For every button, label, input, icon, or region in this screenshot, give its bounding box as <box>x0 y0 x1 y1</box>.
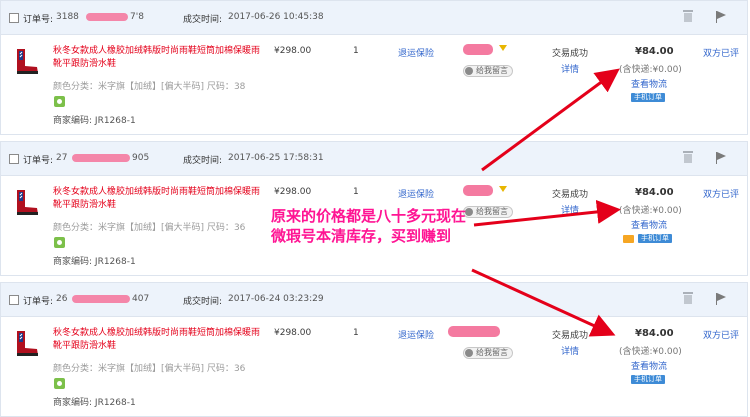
card-icon <box>623 235 634 243</box>
buyer-name-redacted[interactable] <box>463 185 493 196</box>
message-icon <box>465 67 473 75</box>
quantity: 1 <box>353 187 359 197</box>
flag-icon[interactable] <box>716 293 728 305</box>
flag-icon[interactable] <box>716 152 728 164</box>
guarantee-badge-icon[interactable] <box>54 237 65 248</box>
deal-time: 2017-06-26 10:45:38 <box>228 12 324 22</box>
redaction-mask <box>72 295 130 303</box>
phone-order-badge: 手机订单 <box>631 93 665 102</box>
redaction-mask <box>72 154 130 162</box>
order-status: 交易成功 <box>552 331 589 341</box>
order-header: 订单号: 27 905 成交时间: 2017-06-25 17:58:31 <box>1 142 747 176</box>
shipping-fee: (含快递:¥0.00) <box>619 206 682 216</box>
redaction-mask <box>86 13 128 21</box>
quantity: 1 <box>353 328 359 338</box>
product-title-link[interactable]: 秋冬女款成人橡胶加绒韩版时尚雨鞋短筒加棉保暖雨靴平跟防滑水鞋 <box>53 327 265 353</box>
review-status-link[interactable]: 双方已评 <box>703 328 739 341</box>
return-insurance-link[interactable]: 退运保险 <box>398 328 434 341</box>
return-insurance-link[interactable]: 退运保险 <box>398 46 434 59</box>
trash-icon[interactable] <box>683 151 693 163</box>
review-status-link[interactable]: 双方已评 <box>703 187 739 200</box>
deal-time-label: 成交时间: <box>183 297 223 307</box>
view-logistics-link[interactable]: 查看物流 <box>631 77 667 90</box>
product-thumbnail[interactable] <box>11 328 41 358</box>
merchant-code: 商家编码: JR1268-1 <box>53 398 136 408</box>
quantity: 1 <box>353 46 359 56</box>
order-status: 交易成功 <box>552 49 589 59</box>
deal-time: 2017-06-25 17:58:31 <box>228 153 324 163</box>
trash-icon[interactable] <box>683 10 693 22</box>
shipping-fee: (含快递:¥0.00) <box>619 347 682 357</box>
leave-message-button[interactable]: 给我留言 <box>463 65 513 77</box>
product-thumbnail[interactable] <box>11 187 41 217</box>
price-annotation: 原来的价格都是八十多元现在微瑕号本清库存，买到赚到 <box>271 207 467 245</box>
order-total: ¥84.00 <box>635 187 674 198</box>
order-card: 订单号: 3188 7'8 成交时间: 2017-06-26 10:45:38 … <box>0 0 748 135</box>
order-number: 3188 7'8 <box>56 12 144 22</box>
unit-price: ¥298.00 <box>274 46 312 56</box>
guarantee-badge-icon[interactable] <box>54 378 65 389</box>
filter-icon[interactable] <box>499 45 507 51</box>
buyer-name-redacted[interactable] <box>463 44 493 55</box>
shipping-fee: (含快递:¥0.00) <box>619 65 682 75</box>
order-checkbox[interactable] <box>9 13 19 23</box>
product-attributes: 颜色分类：米字旗【加绒】[偏大半码] 尺码：36 <box>53 364 246 374</box>
filter-icon[interactable] <box>499 186 507 192</box>
view-logistics-link[interactable]: 查看物流 <box>631 218 667 231</box>
return-insurance-link[interactable]: 退运保险 <box>398 187 434 200</box>
order-detail-link[interactable]: 详情 <box>561 62 579 75</box>
review-status-link[interactable]: 双方已评 <box>703 46 739 59</box>
phone-order-badge: 手机订单 <box>638 234 672 243</box>
flag-icon[interactable] <box>716 11 728 23</box>
merchant-code: 商家编码: JR1268-1 <box>53 116 136 126</box>
order-number-label: 订单号: <box>23 156 54 166</box>
product-attributes: 颜色分类：米字旗【加绒】[偏大半码] 尺码：36 <box>53 223 246 233</box>
order-checkbox[interactable] <box>9 295 19 305</box>
order-header: 订单号: 3188 7'8 成交时间: 2017-06-26 10:45:38 <box>1 1 747 35</box>
product-attributes: 颜色分类：米字旗【加绒】[偏大半码] 尺码：38 <box>53 82 246 92</box>
unit-price: ¥298.00 <box>274 328 312 338</box>
product-title-link[interactable]: 秋冬女款成人橡胶加绒韩版时尚雨鞋短筒加棉保暖雨靴平跟防滑水鞋 <box>53 186 265 212</box>
product-title-link[interactable]: 秋冬女款成人橡胶加绒韩版时尚雨鞋短筒加棉保暖雨靴平跟防滑水鞋 <box>53 45 265 71</box>
order-number-label: 订单号: <box>23 15 54 25</box>
deal-time: 2017-06-24 03:23:29 <box>228 294 324 304</box>
message-icon <box>465 349 473 357</box>
order-total: ¥84.00 <box>635 328 674 339</box>
order-number: 26 407 <box>56 294 150 304</box>
order-number-label: 订单号: <box>23 297 54 307</box>
order-status: 交易成功 <box>552 190 589 200</box>
view-logistics-link[interactable]: 查看物流 <box>631 359 667 372</box>
trash-icon[interactable] <box>683 292 693 304</box>
order-card: 订单号: 26 407 成交时间: 2017-06-24 03:23:29 秋冬… <box>0 282 748 417</box>
order-header: 订单号: 26 407 成交时间: 2017-06-24 03:23:29 <box>1 283 747 317</box>
product-thumbnail[interactable] <box>11 46 41 76</box>
order-detail-link[interactable]: 详情 <box>561 203 579 216</box>
phone-order-badge: 手机订单 <box>631 375 665 384</box>
order-total: ¥84.00 <box>635 46 674 57</box>
leave-message-button[interactable]: 给我留言 <box>463 347 513 359</box>
buyer-name-redacted[interactable] <box>448 326 500 337</box>
order-checkbox[interactable] <box>9 154 19 164</box>
deal-time-label: 成交时间: <box>183 156 223 166</box>
guarantee-badge-icon[interactable] <box>54 96 65 107</box>
deal-time-label: 成交时间: <box>183 15 223 25</box>
unit-price: ¥298.00 <box>274 187 312 197</box>
merchant-code: 商家编码: JR1268-1 <box>53 257 136 267</box>
order-detail-link[interactable]: 详情 <box>561 344 579 357</box>
order-number: 27 905 <box>56 153 150 163</box>
